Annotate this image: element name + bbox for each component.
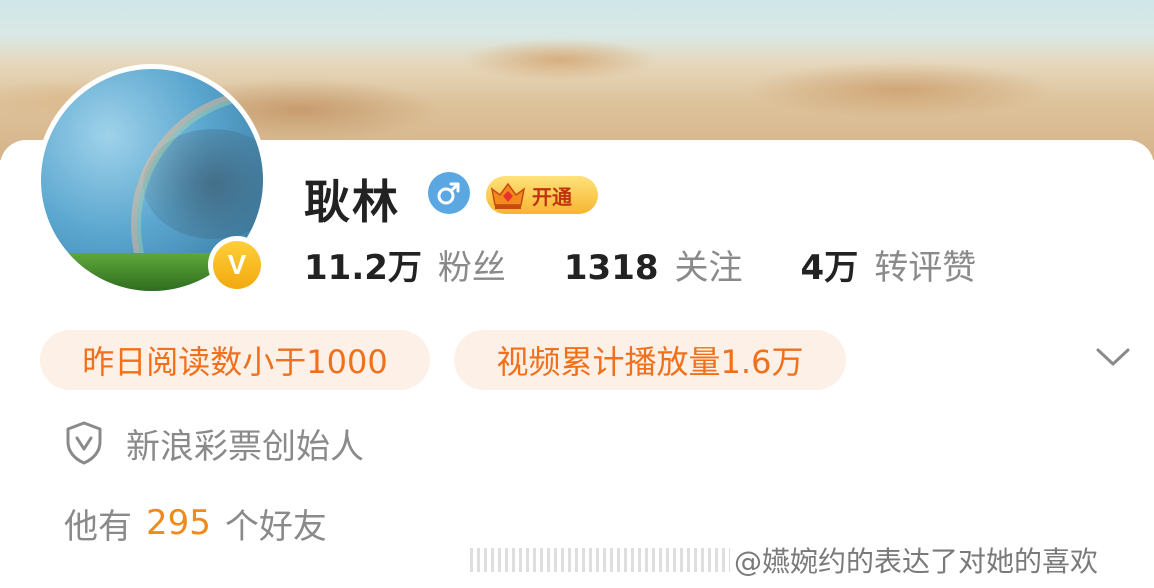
male-icon [428,172,470,214]
stat-value: 1318 [563,248,659,288]
stat-label: 关注 [674,248,743,288]
tag-video-plays[interactable]: 视频累计播放量1.6万 [454,330,846,390]
profile-name: 耿林 [304,175,400,229]
watermark-bar [470,548,730,572]
role-row: 新浪彩票创始人 [64,418,364,468]
shield-check-icon [64,420,104,466]
stat-value: 11.2万 [304,248,422,288]
stat-value: 4万 [800,248,859,288]
friends-prefix: 他有 [64,506,132,547]
watermark-text: @嬿婉约的表达了对她的喜欢 [734,545,1099,578]
vip-crown-icon [486,176,530,214]
stat-label: 转评赞 [874,248,977,288]
vip-open-button[interactable]: 开通 [486,176,598,214]
tag-reads[interactable]: 昨日阅读数小于1000 [40,330,430,390]
verified-mark: V [213,241,261,289]
chevron-down-icon[interactable] [1094,342,1132,372]
watermark: @嬿婉约的表达了对她的喜欢 [470,540,1098,580]
stat-followers[interactable]: 11.2万 粉丝 [304,240,506,289]
vip-open-label: 开通 [532,184,572,209]
verified-badge-icon: V [208,236,266,294]
stat-following[interactable]: 1318 关注 [564,240,743,289]
friends-count: 295 [146,503,211,543]
profile-stats: 11.2万 粉丝 1318 关注 4万 转评赞 [304,240,1034,290]
friends-row[interactable]: 他有 295 个好友 [64,498,327,548]
role-text: 新浪彩票创始人 [126,426,364,467]
stat-interactions[interactable]: 4万 转评赞 [801,240,977,289]
friends-suffix: 个好友 [224,506,327,547]
stat-label: 粉丝 [437,248,506,288]
